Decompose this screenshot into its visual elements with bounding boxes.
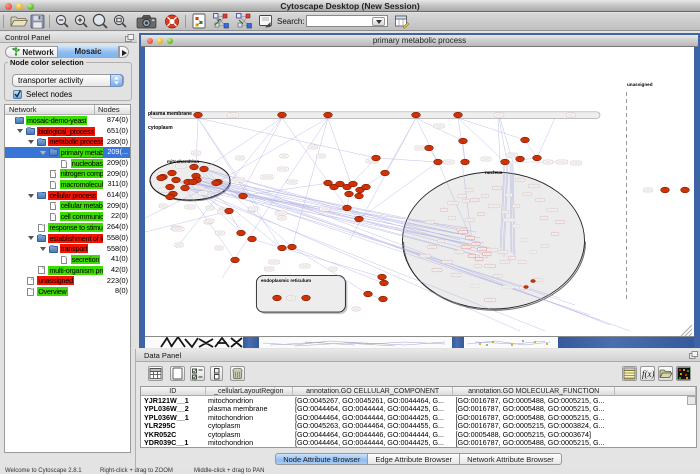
svg-text:f(x): f(x)	[642, 369, 654, 379]
